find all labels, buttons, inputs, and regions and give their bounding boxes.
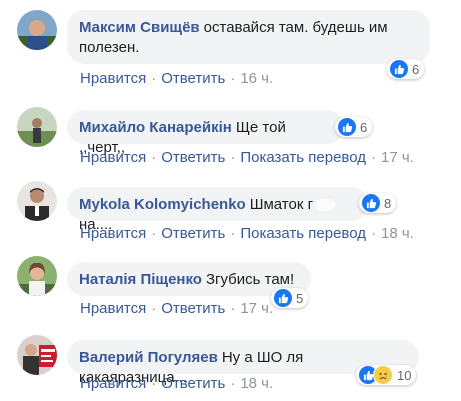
comment-actions: Нравится · Ответить · Показать перевод · 17 ч.	[80, 149, 414, 166]
reply-link[interactable]: Ответить	[161, 300, 225, 317]
reaction-count: 5	[296, 290, 304, 306]
comment-actions: Нравится · Ответить · 17 ч.	[80, 300, 273, 317]
separator: ·	[151, 300, 157, 317]
separator: ·	[230, 300, 236, 317]
timestamp[interactable]: 18 ч.	[240, 375, 273, 392]
comment-text: оставайся там. будешь им	[203, 19, 388, 36]
avatar[interactable]	[17, 181, 57, 221]
like-icon	[362, 194, 380, 212]
comment-bubble: Михайло Канарейкін Ще той ,,черт,,	[67, 110, 344, 156]
separator: ·	[230, 149, 236, 166]
like-link[interactable]: Нравится	[80, 300, 146, 317]
reaction-summary[interactable]: 8	[359, 193, 397, 213]
comment-bubble: Mykola Kolomyichenko Шматок гна....	[67, 187, 368, 233]
timestamp[interactable]: 17 ч.	[381, 149, 414, 166]
like-icon	[390, 60, 408, 78]
separator: ·	[151, 70, 157, 87]
avatar[interactable]	[17, 107, 57, 147]
reaction-summary[interactable]: 5	[271, 288, 309, 308]
censor-blur	[315, 199, 336, 212]
like-link[interactable]: Нравится	[80, 149, 146, 166]
reaction-count: 8	[384, 195, 392, 211]
like-link[interactable]: Нравится	[80, 70, 146, 87]
reply-link[interactable]: Ответить	[161, 70, 225, 87]
reaction-summary[interactable]: 6	[335, 117, 373, 137]
comment-author[interactable]: Mykola Kolomyichenko	[79, 196, 246, 213]
timestamp[interactable]: 18 ч.	[381, 225, 414, 242]
separator: ·	[370, 149, 376, 166]
like-link[interactable]: Нравится	[80, 375, 146, 392]
separator: ·	[151, 375, 157, 392]
reaction-count: 10	[397, 367, 412, 383]
reaction-count: 6	[360, 119, 368, 135]
comment-author[interactable]: Максим Свищёв	[79, 19, 200, 36]
sad-icon	[373, 365, 393, 385]
like-icon	[274, 289, 292, 307]
timestamp[interactable]: 16 ч.	[240, 70, 273, 87]
comment-actions: Нравится · Ответить · 18 ч.	[80, 375, 273, 392]
comment-text: Шматок г	[249, 196, 314, 213]
separator: ·	[151, 225, 157, 242]
reaction-summary[interactable]: 6	[387, 59, 425, 79]
comment-author[interactable]: Валерий Погуляев	[79, 349, 218, 366]
separator: ·	[230, 375, 236, 392]
comment-author[interactable]: Михайло Канарейкін	[79, 119, 232, 136]
separator: ·	[230, 225, 236, 242]
comment-author[interactable]: Наталія Піщенко	[79, 271, 202, 288]
comment-bubble: Максим Свищёв оставайся там. будешь им по…	[67, 10, 430, 64]
reply-link[interactable]: Ответить	[161, 375, 225, 392]
avatar[interactable]	[17, 256, 57, 296]
like-link[interactable]: Нравится	[80, 225, 146, 242]
reaction-summary[interactable]: 10	[356, 365, 417, 385]
avatar[interactable]	[17, 10, 57, 50]
separator: ·	[230, 70, 236, 87]
translate-link[interactable]: Показать перевод	[240, 225, 366, 242]
translate-link[interactable]: Показать перевод	[240, 149, 366, 166]
comment-actions: Нравится · Ответить · Показать перевод · 18 ч.	[80, 225, 414, 242]
reply-link[interactable]: Ответить	[161, 225, 225, 242]
separator: ·	[370, 225, 376, 242]
reply-link[interactable]: Ответить	[161, 149, 225, 166]
reaction-count: 6	[412, 61, 420, 77]
like-icon	[338, 118, 356, 136]
comment-text: Згубись там!	[205, 271, 295, 288]
comment-text: полезен.	[79, 39, 140, 56]
avatar[interactable]	[17, 335, 57, 375]
timestamp[interactable]: 17 ч.	[240, 300, 273, 317]
comment-actions: Нравится · Ответить · 16 ч.	[80, 70, 273, 87]
separator: ·	[151, 149, 157, 166]
